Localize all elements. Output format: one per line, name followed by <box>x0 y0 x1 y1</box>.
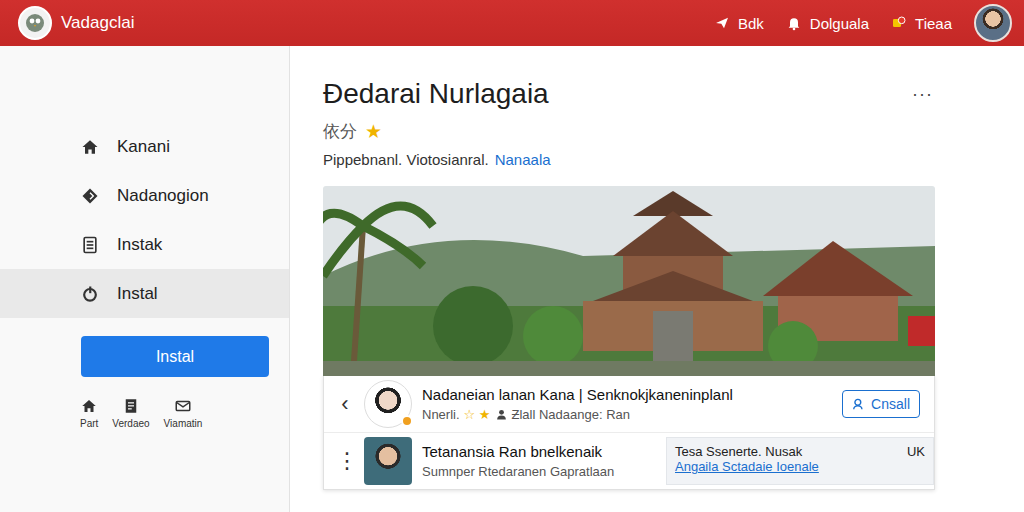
message-icon <box>174 397 192 415</box>
main: Ðedarai Nurlagaia ··· 依分 ★ Pippebnanl. Vioto… <box>290 46 1024 512</box>
shortcut-label: Part <box>80 418 98 429</box>
brand[interactable]: Vadagclai <box>18 6 134 40</box>
list-row[interactable]: ⋮ Tetanansia Ran bnelkenaik Sumnper Rtedar… <box>324 433 934 489</box>
meta-text: Nnerli. <box>422 407 460 422</box>
subtitle-text: Pippebnanl. Viotosianral. <box>323 151 489 168</box>
diamond-icon <box>80 186 100 206</box>
country-code: UK <box>901 444 925 478</box>
sidebar-item[interactable]: Kanani <box>0 122 289 171</box>
sidebar-item-label: Instak <box>117 235 162 255</box>
photo <box>323 186 935 376</box>
shortcut-label: Verdaeo <box>112 418 149 429</box>
shortcut[interactable]: Verdaeo <box>112 397 149 429</box>
page-title: Ðedarai Nurlagaia <box>323 78 549 110</box>
status-badge <box>401 415 413 427</box>
meta-text-2: Ƶlall Nadaange: Ran <box>512 407 631 422</box>
app: Vadagclai Bdk Dolguala Tieaa Kanani Nadanogio… <box>0 0 1024 512</box>
owl-icon <box>23 11 47 35</box>
subtitle-link[interactable]: Nanaala <box>495 151 551 168</box>
install-button[interactable]: Instal <box>81 336 269 377</box>
shortcut[interactable]: Viamatin <box>164 397 203 429</box>
document-icon <box>122 397 140 415</box>
sidebar-item-label: Nadanogion <box>117 186 209 206</box>
back-button[interactable]: ‹ <box>336 391 354 417</box>
star-icon: ★ <box>365 120 382 143</box>
card-header: ‹ Nadaneian lanan Kana | Senknokjkaneninp… <box>324 376 934 433</box>
card-title: Nadaneian lanan Kana | Senknokjkaneninpl… <box>422 386 832 403</box>
badge-icon <box>891 15 907 31</box>
home-icon <box>80 397 98 415</box>
row-title: Tetanansia Ran bnelkenaik <box>422 443 656 460</box>
person-icon <box>495 408 508 421</box>
info-lines: Tesa Ssenerte. NusakAngaila Sctadaie Ioe… <box>675 444 819 478</box>
info-line: Tesa Ssenerte. Nusak <box>675 444 819 459</box>
row-menu[interactable]: ⋮ <box>336 448 354 474</box>
meta-stars: ☆ ★ <box>464 407 491 422</box>
header-action[interactable]: Bdk <box>714 15 764 32</box>
row-avatar <box>364 437 412 485</box>
temple-photo <box>323 186 935 376</box>
consult-button[interactable]: Cnsall <box>842 390 920 418</box>
sidebar-item-label: Kanani <box>117 137 170 157</box>
power-icon <box>80 284 100 304</box>
row-subtitle: Sumnper Rtedaranen Gapratlaan <box>422 464 656 479</box>
header-action-label: Bdk <box>738 15 764 32</box>
consult-label: Cnsall <box>871 396 910 412</box>
author-avatar <box>364 380 412 428</box>
card-text: Nadaneian lanan Kana | Senknokjkaneninpl… <box>422 386 832 422</box>
row-text: Tetanansia Ran bnelkenaik Sumnper Rtedara… <box>422 443 656 479</box>
rating: 依分 ★ <box>323 120 935 143</box>
info-box: Tesa Ssenerte. NusakAngaila Sctadaie Ioe… <box>666 437 934 485</box>
home-icon <box>80 137 100 157</box>
content: Ðedarai Nurlagaia ··· 依分 ★ Pippebnanl. Vioto… <box>323 78 935 490</box>
sidebar: Kanani Nadanogion Instak Instal Instal Part Ve… <box>0 46 290 512</box>
user-icon <box>852 397 866 411</box>
building-icon <box>80 235 100 255</box>
sidebar-item[interactable]: Instal <box>0 269 289 318</box>
header-action[interactable]: Tieaa <box>891 15 952 32</box>
header-action-label: Dolguala <box>810 15 869 32</box>
header-action-label: Tieaa <box>915 15 952 32</box>
brand-name: Vadagclai <box>61 13 134 33</box>
profile-card: ‹ Nadaneian lanan Kana | Senknokjkaneninp… <box>323 376 935 490</box>
shortcut-label: Viamatin <box>164 418 203 429</box>
title-row: Ðedarai Nurlagaia ··· <box>323 78 935 110</box>
more-button[interactable]: ··· <box>912 84 935 105</box>
logo-icon <box>18 6 52 40</box>
body: Kanani Nadanogion Instak Instal Instal Part Ve… <box>0 46 1024 512</box>
card-meta: Nnerli. ☆ ★ Ƶlall Nadaange: Ran <box>422 407 832 422</box>
send-icon <box>714 15 730 31</box>
info-link[interactable]: Angaila Sctadaie Ioenale <box>675 459 819 474</box>
header-action[interactable]: Dolguala <box>786 15 869 32</box>
rating-label: 依分 <box>323 120 357 143</box>
bell-icon <box>786 15 802 31</box>
user-avatar[interactable] <box>974 4 1012 42</box>
subtitle: Pippebnanl. Viotosianral. Nanaala <box>323 151 935 168</box>
shortcut[interactable]: Part <box>80 397 98 429</box>
sidebar-item-label: Instal <box>117 284 158 304</box>
sidebar-item[interactable]: Instak <box>0 220 289 269</box>
shortcuts: Part Verdaeo Viamatin <box>80 397 289 429</box>
header-actions: Bdk Dolguala Tieaa <box>714 4 1012 42</box>
top-bar: Vadagclai Bdk Dolguala Tieaa <box>0 0 1024 46</box>
sidebar-item[interactable]: Nadanogion <box>0 171 289 220</box>
